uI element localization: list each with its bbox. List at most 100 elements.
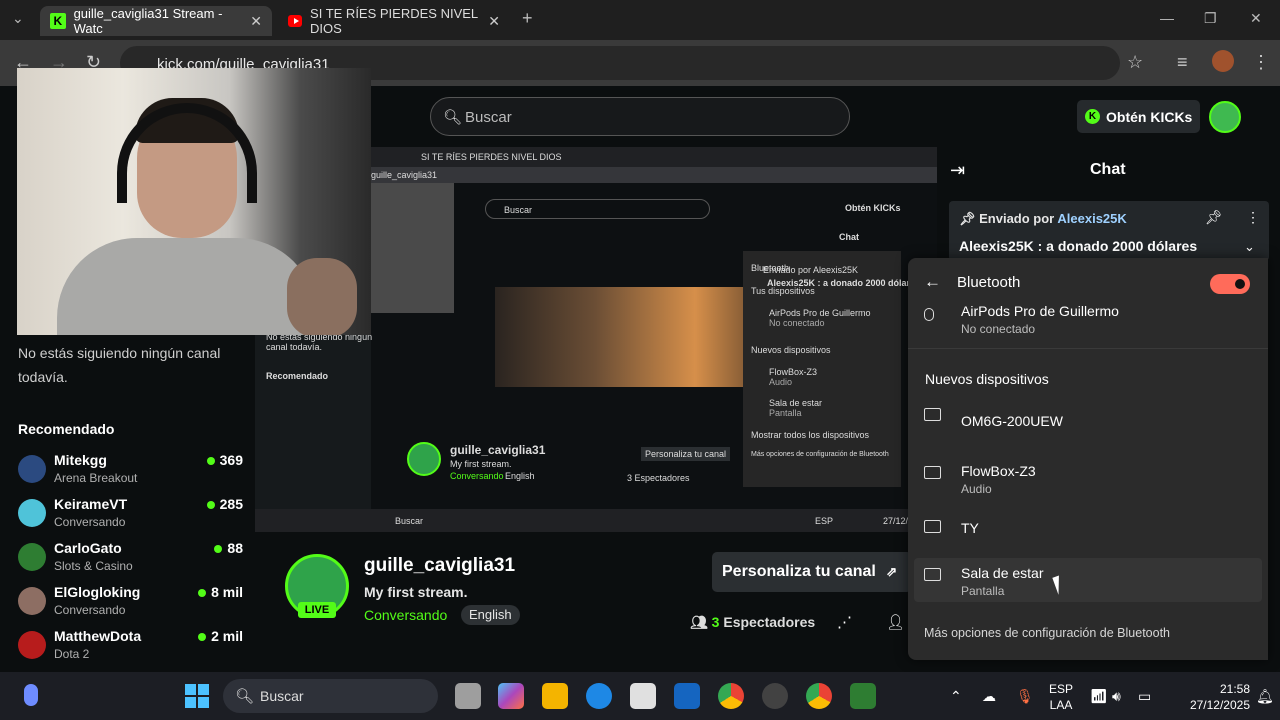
user-avatar[interactable] [1209,101,1241,133]
search-input[interactable]: 🔍︎ Buscar [430,97,850,136]
copilot-icon[interactable] [24,684,38,706]
close-tab-icon[interactable]: ✕ [250,13,262,30]
recommended-item[interactable]: Mitekgg Arena Breakout 369 [18,451,243,491]
close-tab-icon[interactable]: ✕ [488,13,500,30]
streamer-category: Conversando [54,603,126,617]
webcam-overlay [17,68,371,335]
nested-kicks: Obtén KICKs [845,203,901,213]
back-arrow-icon[interactable]: ← [924,272,941,292]
profile-avatar-icon[interactable] [1212,50,1234,72]
chrome-icon[interactable] [718,683,744,709]
notifications-icon[interactable]: 🔔︎ [1256,688,1274,704]
new-devices-title: Nuevos dispositivos [925,371,1049,387]
nested-webcam [371,183,454,313]
tab-list-icon[interactable]: ⌄ [12,10,24,27]
onedrive-icon[interactable]: ☁ [982,688,996,704]
bookmark-star-icon[interactable]: ☆ [1127,52,1143,73]
minimize-icon[interactable]: — [1160,10,1174,26]
monitor-icon [924,568,941,581]
tab-kick-stream[interactable]: K guille_caviglia31 Stream - Watc ✕ [40,6,272,36]
pinned-sender: 📌︎ Enviado por Aleexis25K [959,211,1127,226]
search-icon: 🔍︎ [235,688,255,705]
file-explorer-icon[interactable] [542,683,568,709]
store-icon[interactable] [630,683,656,709]
recommended-item[interactable]: ElGlogloking Conversando 8 mil [18,583,243,623]
device-name: OM6G-200UEW [961,413,1063,429]
follow-user-icon[interactable]: 👤︎ [886,613,905,631]
streamer-category: Arena Breakout [54,471,138,485]
collapse-chat-icon[interactable]: ⇥ [950,160,965,181]
bt-device[interactable]: Sala de estar Pantalla [914,558,1262,602]
volume-icon[interactable]: 🔊︎ [1112,688,1121,704]
bt-device[interactable]: OM6G-200UEW [914,398,1262,442]
streamer-category: Dota 2 [54,647,90,661]
chatgpt-icon[interactable] [762,683,788,709]
viewer-count-text: 369 [219,452,243,468]
recommended-item[interactable]: CarloGato Slots & Casino 88 [18,539,243,579]
pinned-text: Aleexis25K : a donado 2000 dólares [959,238,1198,254]
bluetooth-toggle[interactable] [1210,274,1250,294]
taskbar-search[interactable]: 🔍︎ Buscar [223,679,438,713]
language-tag[interactable]: English [461,605,520,625]
device-type: Audio [961,482,992,496]
viewer-count: 369 [206,452,243,468]
show-hidden-icons[interactable]: ⌃ [950,688,962,704]
tab-label: guille_caviglia31 Stream - Watc [73,6,223,36]
bt-device[interactable]: FlowBox-Z3 Audio [914,456,1262,500]
pin-icon[interactable]: 📌︎ [1205,209,1223,226]
pinned-user[interactable]: Aleexis25K [1057,211,1126,226]
nested-bt-more: Más opciones de configuración de Bluetoo… [751,451,889,458]
device-type: Pantalla [961,584,1005,598]
copilot-app-icon[interactable] [498,683,524,709]
wifi-icon[interactable]: 📶︎ [1090,688,1108,704]
input-language[interactable]: ESP LAA [1044,681,1078,713]
task-view-icon[interactable] [455,683,481,709]
viewer-count-text: 8 mil [211,584,243,600]
live-dot-icon [198,589,207,597]
bt-device[interactable]: TY [914,510,1262,554]
get-kicks-button[interactable]: K Obtén KICKs [1077,100,1200,133]
nested-search-text: Buscar [504,205,533,215]
microphone-icon[interactable]: 🎙︎ [1016,688,1034,704]
recommended-item[interactable]: MatthewDota Dota 2 2 mil [18,627,243,667]
avatar [18,499,46,527]
customize-label: Personaliza tu canal [722,563,876,580]
nested-bt-sala: Sala de estar [769,398,823,408]
viewers-count: 👥︎ 3 Espectadores [690,614,815,631]
media-control-icon[interactable]: ≡ [1177,52,1188,73]
avatar [18,631,46,659]
live-dot-icon [198,633,207,641]
expand-chevron-icon[interactable]: ⌄ [1244,239,1255,255]
nested-url: guille_caviglia31 [371,170,438,180]
maximize-icon[interactable]: ❐ [1204,10,1217,27]
channel-name[interactable]: guille_caviglia31 [364,555,515,577]
nested-bt-airpods: AirPods Pro de Guillermo [769,308,871,318]
edge-icon[interactable] [586,683,612,709]
chrome-profile-icon[interactable] [806,683,832,709]
new-tab-icon[interactable]: + [522,8,533,29]
share-icon[interactable]: ⋰ [837,613,852,631]
pinned-options-icon[interactable]: ⋮ [1246,209,1260,226]
search-icon: 🔍︎ [443,109,463,126]
outlook-icon[interactable] [674,683,700,709]
device-name: TY [961,520,979,536]
recommended-item[interactable]: KeirameVT Conversando 285 [18,495,243,535]
xbox-icon[interactable] [850,683,876,709]
avatar [18,587,46,615]
nested-tab-label: SI TE RÍES PIERDES NIVEL DIOS [421,152,562,162]
close-window-icon[interactable]: ✕ [1250,10,1262,27]
streamer-name: CarloGato [54,540,122,556]
windows-start-icon[interactable] [185,684,209,708]
nested-language: English [505,471,535,481]
lang-top: ESP [1048,682,1073,696]
battery-icon[interactable]: ▭ [1138,688,1151,704]
more-bluetooth-settings-link[interactable]: Más opciones de configuración de Bluetoo… [924,626,1170,640]
tab-youtube[interactable]: SI TE RÍES PIERDES NIVEL DIOS ✕ [278,6,510,36]
customize-channel-button[interactable]: Personaliza tu canal ⇗ [712,552,912,592]
paired-device[interactable]: AirPods Pro de Guillermo No conectado [914,298,1262,342]
divider [908,348,1268,349]
webcam-arm [287,258,357,335]
browser-menu-icon[interactable]: ⋮ [1252,52,1270,73]
clock[interactable]: 21:58 27/12/2025 [1170,681,1250,713]
stream-category[interactable]: Conversando [364,607,447,623]
